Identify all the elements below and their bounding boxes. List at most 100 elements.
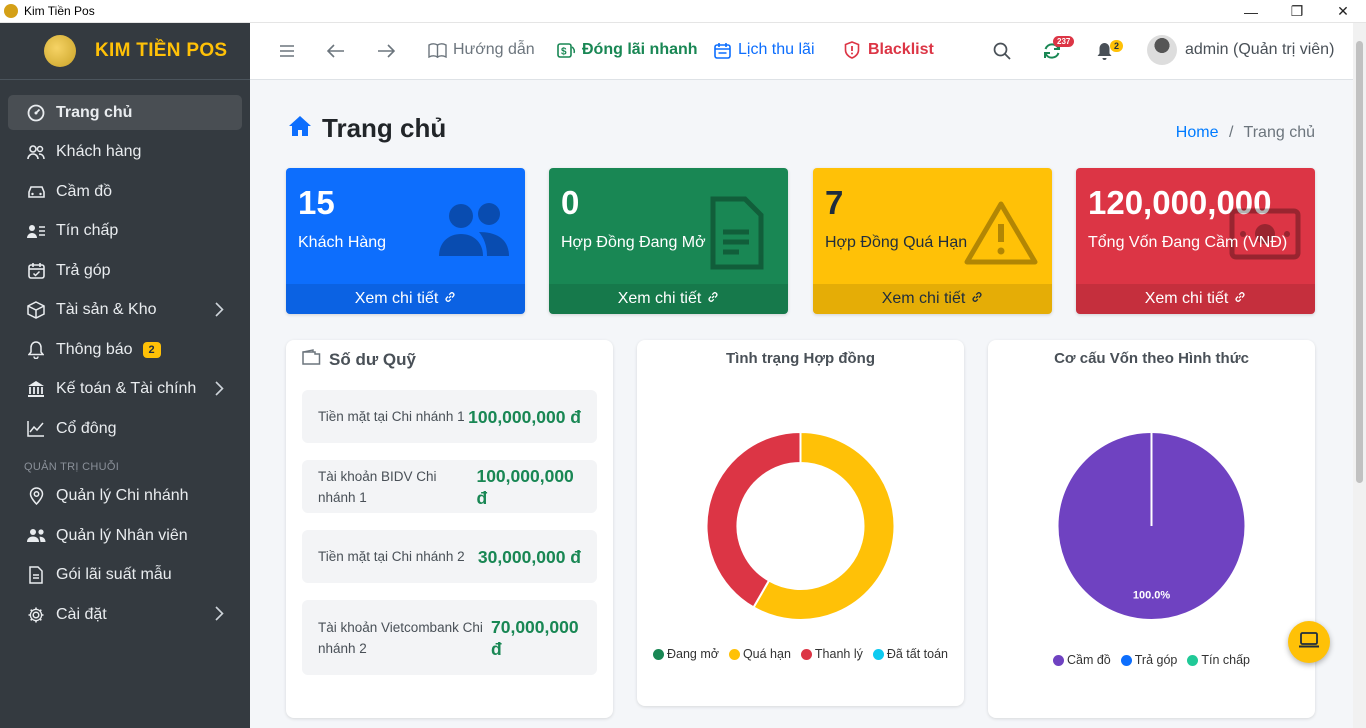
breadcrumb-home-link[interactable]: Home [1176,124,1219,141]
stat-details-link[interactable]: Xem chi tiết [1076,284,1315,314]
chart-legend: Đang mở Quá hạn Thanh lý Đã tất toán [637,647,964,661]
legend-item[interactable]: Cầm đồ [1052,653,1111,667]
car-icon [26,182,46,202]
sidebar-item-tra-gop[interactable]: Trả góp [8,253,242,288]
hamburger-menu-icon[interactable] [277,41,297,61]
quick-pay-link[interactable]: $ Đóng lãi nhanh [556,40,698,60]
fund-row-label: Tiền mặt tại Chi nhánh 2 [318,549,465,564]
legend-label: Đã tất toán [886,647,949,661]
brand[interactable]: KIM TIỀN POS [0,23,250,80]
fund-card-title: Số dư Quỹ [302,349,416,370]
contract-status-chart-card: Tình trạng Hợp đồng Đang mở Quá hạn Thanh … [637,340,964,706]
breadcrumb-current: Trang chủ [1243,124,1315,141]
sidebar-item-co-dong[interactable]: Cổ đông [8,411,242,446]
legend-label: Đang mở [666,647,719,661]
wallet-icon [302,349,321,370]
restore-button[interactable]: ❐ [1274,0,1320,23]
warning-icon [964,200,1038,271]
notifications-button[interactable]: 2 [1094,38,1124,64]
stat-details-link[interactable]: Xem chi tiết [286,284,525,314]
legend-item[interactable]: Trả góp [1120,653,1177,667]
slice-Thanh lý[interactable] [705,430,802,609]
blacklist-link[interactable]: Blacklist [842,40,934,60]
people-icon [26,526,46,546]
id-card-icon [26,221,46,241]
legend-item[interactable]: Quá hạn [728,647,791,661]
document-icon [710,196,764,275]
sidebar-item-label: Tài sản & Kho [56,301,157,318]
link-icon [707,290,719,308]
contract-status-doughnut-chart[interactable] [637,400,964,680]
sidebar-item-tin-chap[interactable]: Tín chấp [8,214,242,249]
stat-details-link[interactable]: Xem chi tiết [813,284,1052,314]
legend-item[interactable]: Tín chấp [1187,653,1250,667]
payment-schedule-label: Lịch thu lãi [738,41,815,58]
sidebar-item-tai-san-kho[interactable]: Tài sản & Kho [8,293,242,328]
page-title: Trang chủ [288,113,446,144]
brand-logo-icon [44,35,76,67]
sync-button[interactable]: 237 [1042,36,1075,64]
notification-count-badge: 2 [142,341,161,358]
legend-swatch [1187,654,1199,666]
sidebar-item-cam-do[interactable]: Cầm đồ [8,174,242,209]
fund-row: Tiền mặt tại Chi nhánh 2 30,000,000 đ [302,530,597,583]
legend-item[interactable]: Đã tất toán [872,647,949,661]
shield-icon [842,40,862,60]
notification-count-badge: 2 [1110,40,1124,52]
fund-row-label: Tiền mặt tại Chi nhánh 1 [318,409,465,424]
top-navbar: Hướng dẫn $ Đóng lãi nhanh Lịch thu lãi … [250,23,1353,80]
file-icon [26,565,46,585]
sidebar-item-label: Tín chấp [56,222,119,239]
sidebar-item-quan-ly-nhan-vien[interactable]: Quản lý Nhân viên [8,518,242,553]
sidebar-item-label: Cài đặt [56,605,107,623]
minimize-button[interactable]: — [1228,0,1274,23]
sidebar-item-trang-chu[interactable]: Trang chủ [8,95,242,130]
legend-swatch [872,648,884,660]
book-icon [427,40,447,60]
fund-row-value: 100,000,000 đ [468,406,581,427]
sidebar-item-label: Cổ đông [56,419,117,437]
forward-arrow-icon[interactable] [376,41,396,61]
legend-item[interactable]: Thanh lý [800,647,863,661]
users-icon [26,142,46,162]
chevron-right-icon [215,380,224,401]
back-arrow-icon[interactable] [326,41,346,61]
search-icon[interactable] [992,41,1012,61]
stat-box-total-capital: 120,000,000 Tổng Vốn Đang Cầm (VNĐ) Xem … [1076,168,1315,314]
stat-footer-label: Xem chi tiết [1144,290,1229,307]
sidebar-nav: Trang chủ Khách hàng Cầm đồ Tín chấp Trả… [0,80,250,632]
sidebar-section-header: QUẢN TRỊ CHUỖI [24,460,120,473]
sidebar-item-khach-hang[interactable]: Khách hàng [8,135,242,170]
chart-title: Tình trạng Hợp đồng [726,350,875,367]
page-title-text: Trang chủ [322,113,447,143]
capital-structure-pie-chart[interactable]: 100.0% [988,400,1315,680]
sidebar-item-quan-ly-chi-nhanh[interactable]: Quản lý Chi nhánh [8,479,242,514]
fund-balance-card: Số dư Quỹ Tiền mặt tại Chi nhánh 1 100,0… [286,340,613,718]
scrollbar-thumb[interactable] [1356,41,1363,483]
legend-label: Quá hạn [742,647,791,661]
close-button[interactable]: ✕ [1320,0,1366,23]
user-menu[interactable]: admin (Quản trị viên) [1147,35,1334,65]
legend-swatch [652,648,664,660]
payment-schedule-link[interactable]: Lịch thu lãi [712,40,815,60]
stat-box-overdue-contracts: 7 Hợp Đồng Quá Hạn Xem chi tiết [813,168,1052,314]
stat-details-link[interactable]: Xem chi tiết [549,284,788,314]
stat-footer-label: Xem chi tiết [881,290,966,307]
stat-value: 15 [298,184,335,221]
link-icon [444,290,456,308]
guide-link[interactable]: Hướng dẫn [427,40,535,60]
sidebar-item-thong-bao[interactable]: Thông báo 2 [8,332,242,367]
legend-item[interactable]: Đang mở [652,647,719,661]
fund-row: Tiền mặt tại Chi nhánh 1 100,000,000 đ [302,390,597,443]
legend-swatch [1120,654,1132,666]
brand-name: KIM TIỀN POS [95,40,228,61]
svg-text:$: $ [561,46,567,57]
stat-box-customers: 15 Khách Hàng Xem chi tiết [286,168,525,314]
sidebar-item-goi-lai-suat[interactable]: Gói lãi suất mẫu [8,558,242,593]
fund-row: Tài khoản BIDV Chi nhánh 1 100,000,000 đ [302,460,597,513]
sidebar-item-cai-dat[interactable]: Cài đặt [8,597,242,632]
vertical-scrollbar[interactable] [1353,23,1366,728]
avatar [1147,35,1177,65]
sidebar-item-ke-toan[interactable]: Kế toán & Tài chính [8,372,242,407]
floating-action-button[interactable] [1288,621,1330,663]
